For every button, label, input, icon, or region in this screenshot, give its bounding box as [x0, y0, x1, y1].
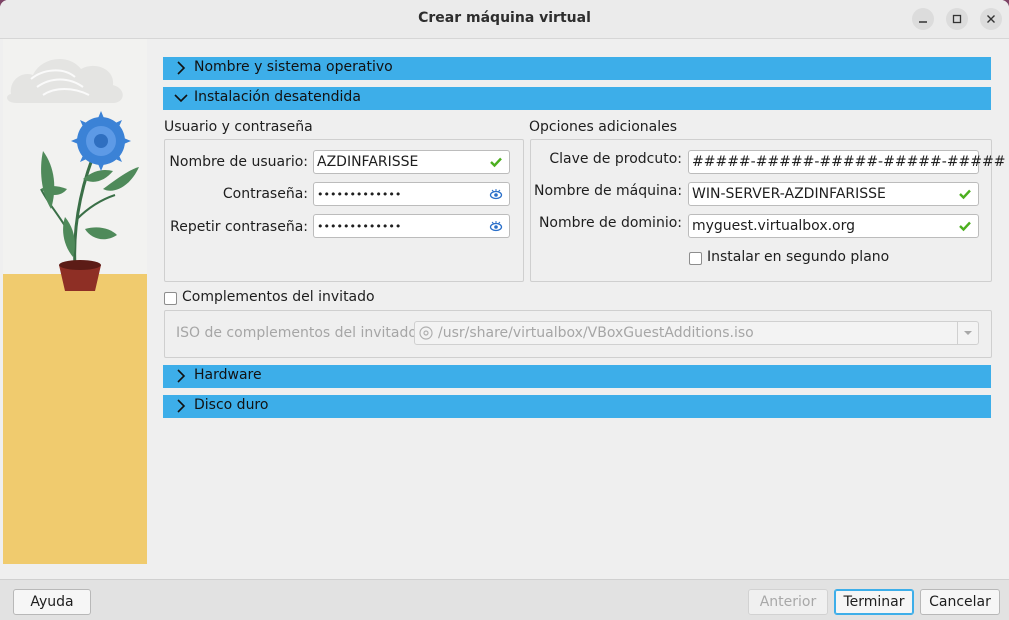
password-field[interactable]: •••••••••••••: [313, 182, 510, 206]
iso-select[interactable]: /usr/share/virtualbox/VBoxGuestAdditions…: [414, 321, 979, 345]
check-icon: [959, 221, 971, 232]
iso-label: ISO de complementos del invitado:: [176, 325, 422, 341]
back-button[interactable]: Anterior: [748, 589, 828, 615]
title-bar: Crear máquina virtual: [0, 0, 1009, 39]
cancel-button[interactable]: Cancelar: [920, 589, 1000, 615]
close-button[interactable]: [980, 8, 1002, 30]
chevron-right-icon: [177, 369, 186, 383]
minimize-button[interactable]: [912, 8, 934, 30]
install-background-label: Instalar en segundo plano: [707, 249, 890, 265]
eye-icon[interactable]: [489, 219, 503, 233]
eye-icon[interactable]: [489, 187, 503, 201]
section-label: Instalación desatendida: [194, 89, 361, 105]
section-label: Hardware: [194, 367, 262, 383]
section-label: Disco duro: [194, 397, 269, 413]
chevron-right-icon: [177, 61, 186, 75]
repeat-password-field[interactable]: •••••••••••••: [313, 214, 510, 238]
chevron-down-icon: [174, 94, 188, 103]
plant-illustration: [3, 39, 147, 564]
iso-dropdown-button[interactable]: [957, 322, 978, 344]
dialog-content: Nombre y sistema operativo Instalación d…: [0, 39, 1009, 579]
username-label: Nombre de usuario:: [169, 154, 308, 170]
button-bar: Ayuda Anterior Terminar Cancelar: [0, 579, 1009, 620]
wizard-illustration: [3, 39, 147, 564]
user-group-title: Usuario y contraseña: [164, 119, 313, 135]
repeat-password-label: Repetir contraseña:: [170, 219, 308, 235]
password-value: •••••••••••••: [317, 188, 402, 201]
check-icon: [490, 157, 502, 168]
maximize-button[interactable]: [946, 8, 968, 30]
disc-icon: [419, 326, 433, 340]
username-value: AZDINFARISSE: [317, 154, 419, 170]
product-key-value: #####-#####-#####-#####-#####: [692, 154, 1006, 170]
chevron-right-icon: [177, 399, 186, 413]
product-key-field[interactable]: #####-#####-#####-#####-#####: [688, 150, 1005, 174]
password-label: Contraseña:: [222, 186, 308, 202]
hostname-label: Nombre de máquina:: [534, 183, 683, 199]
minimize-icon: [919, 21, 927, 23]
install-background-checkbox[interactable]: [689, 252, 702, 265]
section-hardware[interactable]: Hardware: [163, 365, 991, 388]
check-icon: [959, 189, 971, 200]
help-button[interactable]: Ayuda: [13, 589, 91, 615]
guest-additions-label: Complementos del invitado: [182, 289, 375, 305]
section-disk[interactable]: Disco duro: [163, 395, 991, 418]
create-vm-dialog: Crear máquina virtual Nombre y sistema o…: [0, 0, 1009, 620]
options-group-title: Opciones adicionales: [529, 119, 678, 135]
section-unattended[interactable]: Instalación desatendida: [163, 87, 991, 110]
domain-value: myguest.virtualbox.org: [692, 218, 856, 234]
guest-additions-checkbox[interactable]: [164, 292, 177, 305]
iso-value: /usr/share/virtualbox/VBoxGuestAdditions…: [438, 325, 754, 341]
section-label: Nombre y sistema operativo: [194, 59, 393, 75]
domain-label: Nombre de dominio:: [538, 215, 682, 231]
hostname-field[interactable]: WIN-SERVER-AZDINFARISSE: [688, 182, 979, 206]
product-key-label: Clave de prodcuto:: [549, 151, 682, 167]
section-name-os[interactable]: Nombre y sistema operativo: [163, 57, 991, 80]
maximize-icon: [952, 14, 962, 24]
window-title: Crear máquina virtual: [418, 10, 591, 26]
chevron-down-icon: [964, 331, 972, 335]
username-field[interactable]: AZDINFARISSE: [313, 150, 510, 174]
repeat-password-value: •••••••••••••: [317, 220, 402, 233]
hostname-value: WIN-SERVER-AZDINFARISSE: [692, 186, 886, 202]
finish-button[interactable]: Terminar: [834, 589, 914, 615]
close-icon: [987, 15, 995, 23]
domain-field[interactable]: myguest.virtualbox.org: [688, 214, 979, 238]
